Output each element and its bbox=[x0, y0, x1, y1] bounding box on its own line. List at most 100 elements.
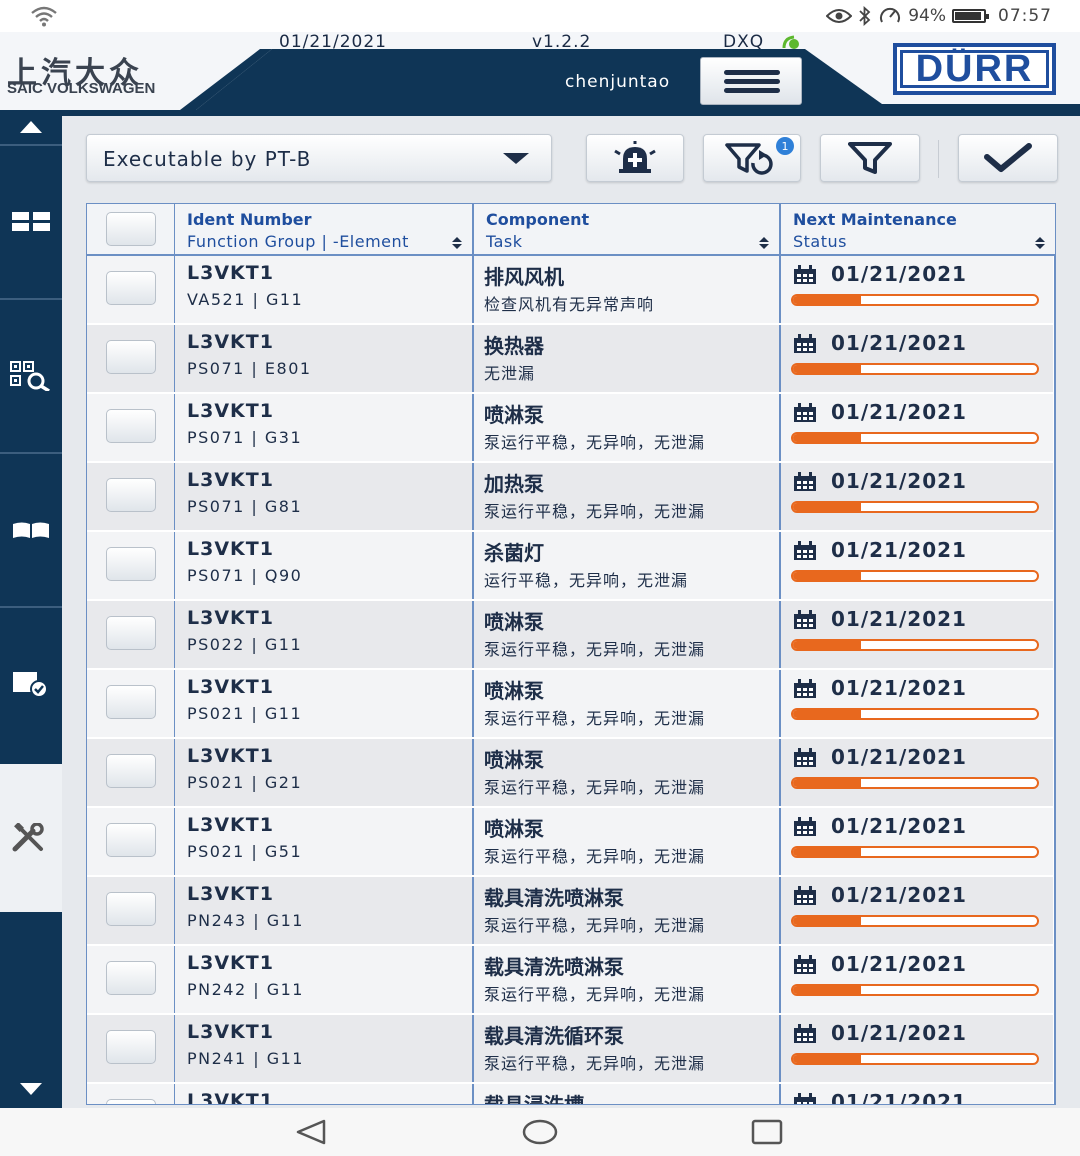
username: chenjuntao bbox=[565, 72, 671, 92]
row-checkbox[interactable] bbox=[106, 1030, 156, 1064]
column-next-maintenance[interactable]: Next Maintenance Status bbox=[779, 204, 1055, 256]
user-code: DXQ bbox=[723, 32, 765, 52]
reset-filter-button[interactable]: 1 bbox=[703, 134, 801, 182]
hamburger-menu-button[interactable] bbox=[700, 57, 802, 105]
sort-icon[interactable] bbox=[452, 237, 462, 251]
calendar-icon bbox=[794, 403, 816, 422]
column-component[interactable]: Component Task bbox=[472, 204, 779, 256]
function-group: PS021 | G11 bbox=[187, 704, 303, 723]
sidebar-item-maintenance[interactable] bbox=[0, 764, 62, 912]
table-scrollbar[interactable] bbox=[1054, 256, 1055, 1104]
sidebar-item-checklist[interactable] bbox=[0, 608, 62, 760]
task-text: 泵运行平稳，无异响，无泄漏 bbox=[484, 502, 706, 521]
row-checkbox[interactable] bbox=[106, 1099, 156, 1104]
ident-number: L3VKT1 bbox=[187, 883, 274, 905]
alarm-button[interactable] bbox=[586, 134, 684, 182]
row-checkbox[interactable] bbox=[106, 409, 156, 443]
back-triangle-icon[interactable] bbox=[294, 1118, 328, 1146]
next-maintenance-date: 01/21/2021 bbox=[831, 883, 967, 907]
recents-square-icon[interactable] bbox=[750, 1118, 784, 1146]
sort-icon[interactable] bbox=[1035, 237, 1045, 251]
filter-button[interactable] bbox=[820, 134, 920, 182]
cell-component: 喷淋泵 泵运行平稳，无异响，无泄漏 bbox=[472, 394, 779, 461]
header-underline bbox=[62, 110, 1080, 116]
cell-ident: L3VKT1 PS071 | E801 bbox=[174, 325, 472, 392]
table-row[interactable]: L3VKT1 PN242 | G11 载具清洗喷淋泵 泵运行平稳，无异响，无泄漏 01/… bbox=[87, 946, 1053, 1015]
row-checkbox[interactable] bbox=[106, 616, 156, 650]
component-name: 载具清洗喷淋泵 bbox=[484, 886, 624, 910]
calendar-icon bbox=[794, 679, 816, 698]
row-checkbox[interactable] bbox=[106, 340, 156, 374]
confirm-button[interactable] bbox=[958, 134, 1058, 182]
row-checkbox[interactable] bbox=[106, 961, 156, 995]
sort-icon[interactable] bbox=[759, 237, 769, 251]
table-row[interactable]: L3VKT1 VA521 | G11 排风风机 检查风机有无异常声响 01/21/202… bbox=[87, 256, 1053, 325]
table-row[interactable]: L3VKT1 PS021 | G51 喷淋泵 泵运行平稳，无异响，无泄漏 01/21/2… bbox=[87, 808, 1053, 877]
status-progress-fill bbox=[793, 296, 862, 304]
sidebar-item-qr-search[interactable] bbox=[0, 300, 62, 452]
cell-next-maintenance: 01/21/2021 bbox=[779, 325, 1053, 392]
table-row[interactable]: L3VKT1 PS021 | G21 喷淋泵 泵运行平稳，无异响，无泄漏 01/21/2… bbox=[87, 739, 1053, 808]
status-bar: 94% 07:57 bbox=[0, 0, 1080, 32]
data-saver-icon bbox=[880, 7, 901, 23]
status-progress-fill bbox=[793, 365, 862, 373]
ident-number: L3VKT1 bbox=[187, 607, 274, 629]
task-text: 泵运行平稳，无异响，无泄漏 bbox=[484, 847, 706, 866]
status-progress-fill bbox=[793, 986, 862, 994]
table-row[interactable]: L3VKT1 PN243 | G11 载具清洗喷淋泵 泵运行平稳，无异响，无泄漏 01/… bbox=[87, 877, 1053, 946]
cell-next-maintenance: 01/21/2021 bbox=[779, 670, 1053, 737]
status-progress-fill bbox=[793, 710, 862, 718]
status-progress-bar bbox=[791, 708, 1039, 720]
table-row[interactable]: L3VKT1 PS071 | E801 换热器 无泄漏 01/21/2021 bbox=[87, 325, 1053, 394]
cell-next-maintenance: 01/21/2021 bbox=[779, 463, 1053, 530]
task-text: 无泄漏 bbox=[484, 364, 536, 383]
cell-next-maintenance: 01/21/2021 bbox=[779, 532, 1053, 599]
ident-number: L3VKT1 bbox=[187, 400, 274, 422]
checklist-icon bbox=[13, 672, 48, 698]
row-checkbox[interactable] bbox=[106, 271, 156, 305]
row-checkbox[interactable] bbox=[106, 754, 156, 788]
cell-component: 喷淋泵 泵运行平稳，无异响，无泄漏 bbox=[472, 808, 779, 875]
cell-next-maintenance: 01/21/2021 bbox=[779, 739, 1053, 806]
row-checkbox[interactable] bbox=[106, 685, 156, 719]
dashboard-icon bbox=[12, 212, 50, 231]
next-maintenance-date: 01/21/2021 bbox=[831, 952, 967, 976]
brand-logo-en: SAIC VOLKSWAGEN bbox=[7, 80, 156, 97]
main-panel: Executable by PT-B 1 Ident Number Functi… bbox=[62, 110, 1080, 1108]
row-checkbox[interactable] bbox=[106, 547, 156, 581]
table-row[interactable]: L3VKT1 PS071 | G81 加热泵 泵运行平稳，无异响，无泄漏 01/21/2… bbox=[87, 463, 1053, 532]
sidebar-scroll-down[interactable] bbox=[0, 1072, 62, 1106]
table-row[interactable]: L3VKT1 PS071 | Q90 杀菌灯 运行平稳，无异响，无泄漏 01/21/20… bbox=[87, 532, 1053, 601]
table-row[interactable]: L3VKT1 PN241 | G11 载具清洗循环泵 泵运行平稳，无异响，无泄漏 01/… bbox=[87, 1015, 1053, 1084]
column-ident[interactable]: Ident Number Function Group | -Element bbox=[174, 204, 472, 256]
row-checkbox[interactable] bbox=[106, 892, 156, 926]
sidebar-item-manual[interactable] bbox=[0, 454, 62, 606]
wifi-icon bbox=[31, 6, 57, 27]
table-row[interactable]: L3VKT1 PS021 | G11 喷淋泵 泵运行平稳，无异响，无泄漏 01/21/2… bbox=[87, 670, 1053, 739]
cell-next-maintenance: 01/21/2021 bbox=[779, 601, 1053, 668]
cell-next-maintenance: 01/21/2021 bbox=[779, 394, 1053, 461]
sidebar-scroll-up[interactable] bbox=[0, 110, 62, 144]
function-group: VA521 | G11 bbox=[187, 290, 304, 309]
row-checkbox[interactable] bbox=[106, 823, 156, 857]
maintenance-table: Ident Number Function Group | -Element C… bbox=[86, 203, 1056, 1105]
status-progress-bar bbox=[791, 501, 1039, 513]
status-filter-select[interactable]: Executable by PT-B bbox=[86, 134, 552, 182]
table-row[interactable]: L3VKT1 PS022 | G11 喷淋泵 泵运行平稳，无异响，无泄漏 01/21/2… bbox=[87, 601, 1053, 670]
select-all-checkbox[interactable] bbox=[106, 212, 156, 246]
calendar-icon bbox=[794, 472, 816, 491]
cell-component: 载具浸洗槽 bbox=[472, 1084, 779, 1104]
sidebar-item-dashboard[interactable] bbox=[0, 146, 62, 298]
cell-ident: L3VKT1 VA521 | G11 bbox=[174, 256, 472, 323]
header-date: 01/21/2021 bbox=[279, 32, 387, 52]
ident-number: L3VKT1 bbox=[187, 1021, 274, 1043]
home-circle-icon[interactable] bbox=[521, 1118, 559, 1146]
table-row[interactable]: L3VKT1 载具浸洗槽 01/21/2021 bbox=[87, 1084, 1053, 1104]
next-maintenance-date: 01/21/2021 bbox=[831, 745, 967, 769]
table-row[interactable]: L3VKT1 PS071 | G31 喷淋泵 泵运行平稳，无异响，无泄漏 01/21/2… bbox=[87, 394, 1053, 463]
cell-ident: L3VKT1 PS071 | Q90 bbox=[174, 532, 472, 599]
cell-next-maintenance: 01/21/2021 bbox=[779, 1015, 1053, 1082]
row-checkbox[interactable] bbox=[106, 478, 156, 512]
function-group: PS071 | E801 bbox=[187, 359, 312, 378]
filter-count-badge: 1 bbox=[776, 137, 794, 155]
